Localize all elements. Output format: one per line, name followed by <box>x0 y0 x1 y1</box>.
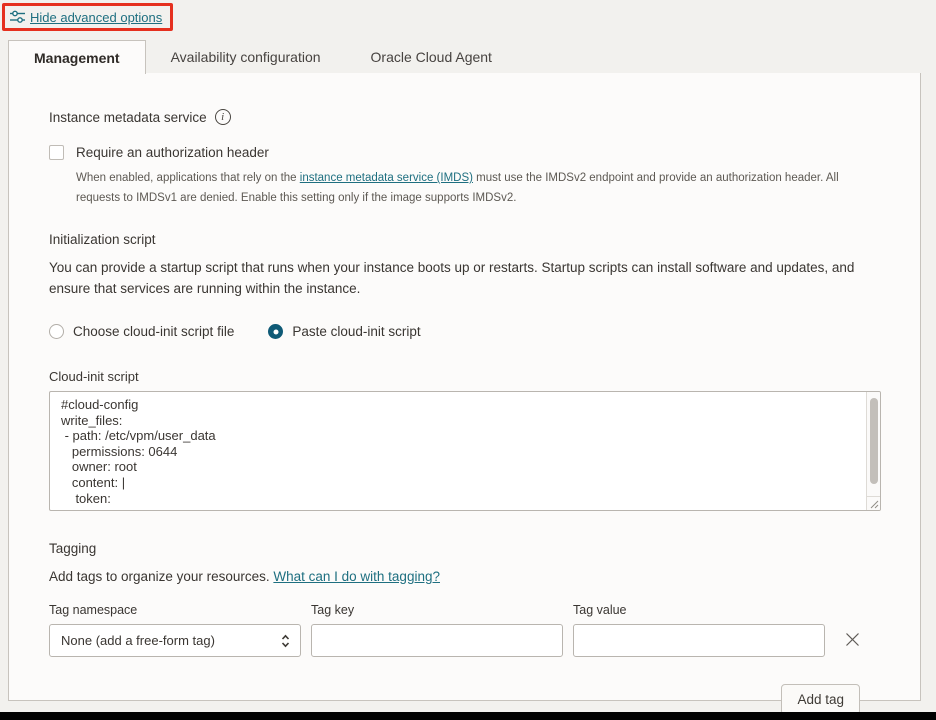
resize-handle-icon[interactable] <box>866 496 880 510</box>
tab-availability-configuration[interactable]: Availability configuration <box>146 40 346 74</box>
tag-namespace-selected-value: None (add a free-form tag) <box>61 633 215 648</box>
instance-metadata-service-header: Instance metadata service i <box>49 109 880 125</box>
sliders-icon <box>9 9 26 25</box>
tag-namespace-label: Tag namespace <box>49 603 301 617</box>
cloud-init-script-content[interactable]: #cloud-config write_files: - path: /etc/… <box>50 392 880 511</box>
tag-namespace-select[interactable]: None (add a free-form tag) <box>49 624 301 657</box>
select-chevrons-icon <box>280 634 291 648</box>
initialization-script-description: You can provide a startup script that ru… <box>49 258 880 300</box>
textarea-scrollbar[interactable] <box>866 392 880 496</box>
info-icon[interactable]: i <box>215 109 231 125</box>
tag-key-label: Tag key <box>311 603 563 617</box>
add-tag-button[interactable]: Add tag <box>781 684 860 715</box>
tag-value-input[interactable] <box>573 624 825 657</box>
imds-description: When enabled, applications that rely on … <box>76 168 880 208</box>
tagging-title: Tagging <box>49 541 880 556</box>
close-icon <box>844 631 861 648</box>
tab-management[interactable]: Management <box>8 40 146 74</box>
tagging-help-link[interactable]: What can I do with tagging? <box>273 569 440 584</box>
require-authorization-header-label: Require an authorization header <box>76 145 269 160</box>
cloud-init-script-textarea[interactable]: #cloud-config write_files: - path: /etc/… <box>49 391 881 511</box>
management-tab-panel: Instance metadata service i Require an a… <box>8 73 921 701</box>
tag-key-input[interactable] <box>311 624 563 657</box>
radio-selected-icon <box>268 324 283 339</box>
tagging-description: Add tags to organize your resources. Wha… <box>49 569 880 584</box>
tab-strip: Management Availability configuration Or… <box>8 40 921 74</box>
tag-value-label: Tag value <box>573 603 825 617</box>
cloud-init-script-label: Cloud-init script <box>49 369 880 384</box>
radio-choose-cloud-init-file[interactable]: Choose cloud-init script file <box>49 324 234 339</box>
advanced-options-highlight: Hide advanced options <box>2 3 173 31</box>
radio-paste-cloud-init[interactable]: Paste cloud-init script <box>268 324 420 339</box>
instance-metadata-service-title: Instance metadata service <box>49 110 207 125</box>
require-authorization-header-checkbox[interactable] <box>49 145 64 160</box>
hide-advanced-options-link[interactable]: Hide advanced options <box>9 9 162 25</box>
imds-link[interactable]: instance metadata service (IMDS) <box>300 172 473 184</box>
remove-tag-button[interactable] <box>841 628 863 650</box>
initialization-script-title: Initialization script <box>49 232 880 247</box>
tab-oracle-cloud-agent[interactable]: Oracle Cloud Agent <box>346 40 517 74</box>
scrollbar-thumb[interactable] <box>870 398 878 484</box>
window-bottom-edge <box>0 712 936 720</box>
hide-advanced-options-label: Hide advanced options <box>30 10 162 25</box>
radio-unselected-icon <box>49 324 64 339</box>
